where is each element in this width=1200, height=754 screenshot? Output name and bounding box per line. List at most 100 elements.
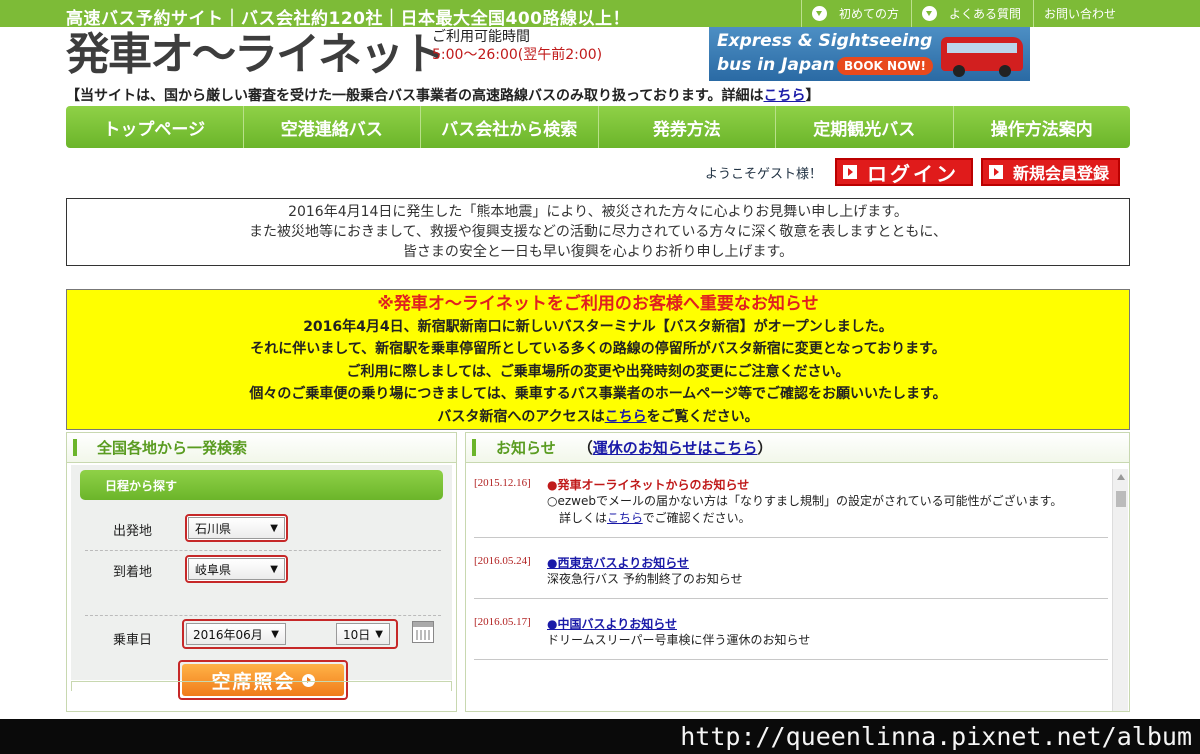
arrow-right-icon (989, 165, 1003, 179)
news-title-link[interactable]: ●中国バスよりお知らせ (547, 613, 1108, 632)
news-body: ドリームスリーパー号車検に伴う運休のお知らせ (547, 633, 811, 647)
news-date: [2016.05.17] (474, 616, 531, 628)
book-now-badge: BOOK NOW! (837, 57, 933, 75)
news-item: [2015.12.16] ●発車オーライネットからのお知らせ ○ezwebでメー… (474, 469, 1108, 538)
news-body: 詳しくはこちらでご確認ください。 (547, 510, 1108, 527)
welcome-text: ようこそゲスト様！ (705, 167, 823, 182)
nav-ticketing[interactable]: 発券方法 (599, 106, 776, 148)
arrival-value: 岐阜県 (195, 562, 232, 577)
search-panel-title: 全国各地から一発検索 (97, 439, 248, 457)
faq-label: よくある質問 (948, 7, 1021, 21)
nav-top-page[interactable]: トップページ (66, 106, 244, 148)
day-value: 10日 (343, 627, 371, 642)
news-scrollbar[interactable] (1112, 469, 1128, 711)
faq-link[interactable]: よくある質問 (910, 0, 1033, 27)
news-body: ○ezwebでメールの届かない方は「なりすまし規制」の設定がされている可能性がご… (547, 494, 1063, 508)
day-select[interactable]: 10日 ▼ (336, 623, 390, 645)
condolence-line: 2016年4月14日に発生した「熊本地震」により、被災された方々に心よりお見舞い… (288, 204, 908, 220)
nav-airport-bus[interactable]: 空港連絡バス (244, 106, 421, 148)
site-logo[interactable]: 発車オ～ライネット (66, 30, 446, 80)
news-body-suffix: でご確認ください。 (642, 511, 751, 525)
paren-close: ） (757, 439, 773, 457)
important-notice: ※発車オ～ライネットをご利用のお客様へ重要なお知らせ 2016年4月4日、新宿駅… (66, 289, 1130, 430)
departure-select[interactable]: 石川県 ▼ (185, 514, 288, 542)
login-button[interactable]: ログイン (835, 158, 973, 186)
arrival-label: 到着地 (113, 565, 153, 580)
important-line: それに伴いまして、新宿駅を乗車停留所としている多くの路線の停留所がバスタ新宿に変… (250, 341, 946, 357)
search-panel: 全国各地から一発検索 日程から探す 出発地 石川県 ▼ 到着地 岐阜県 ▼ 乗車日 … (66, 432, 457, 712)
news-date: [2015.12.16] (474, 477, 531, 489)
hours-label: ご利用可能時間 (432, 29, 530, 45)
bus-icon (941, 37, 1023, 77)
divider (85, 615, 441, 616)
news-panel-title: お知らせ (496, 439, 556, 457)
top-bar: 高速バス予約サイト｜バス会社約120社｜日本最大全国400路線以上！ 初めての方… (0, 0, 1200, 29)
paren-open: （ (577, 439, 593, 457)
seat-search-button[interactable]: 空席照会 (178, 660, 348, 700)
news-body: 深夜急行バス 予約制終了のお知らせ (547, 572, 743, 586)
first-time-link[interactable]: 初めての方 (800, 0, 911, 27)
main-nav: トップページ 空港連絡バス バス会社から検索 発券方法 定期観光バス 操作方法案… (66, 106, 1130, 148)
month-select[interactable]: 2016年06月 ▼ (186, 623, 286, 645)
news-item: [2016.05.24] ●西東京バスよりお知らせ 深夜急行バス 予約制終了のお… (474, 538, 1108, 599)
arrival-select[interactable]: 岐阜県 ▼ (185, 555, 288, 583)
sightseeing-banner[interactable]: Express & Sightseeing bus in Japan BOOK … (709, 27, 1030, 81)
nav-how-to-use[interactable]: 操作方法案内 (954, 106, 1131, 148)
dropdown-arrow-icon: ▼ (271, 628, 279, 640)
header-accent-bar (472, 439, 476, 456)
contact-label: お問い合わせ (1043, 7, 1116, 21)
search-by-date-heading: 日程から探す (80, 470, 443, 500)
news-details-link[interactable]: こちら (607, 511, 643, 525)
dropdown-arrow-icon: ▼ (270, 522, 278, 534)
header-accent-bar (73, 439, 77, 456)
dropdown-arrow-icon: ▼ (375, 628, 383, 640)
calendar-icon[interactable] (412, 621, 434, 643)
banner-line2: bus in Japan (717, 55, 835, 75)
news-title-link[interactable]: ●西東京バスよりお知らせ (547, 552, 1108, 571)
site-notice-end: 】 (805, 88, 820, 104)
news-body-prefix: 詳しくは (559, 511, 608, 525)
watermark-text: http://queenlinna.pixnet.net/album (680, 722, 1192, 751)
important-line: 2016年4月4日、新宿駅新南口に新しいバスターミナル【バスタ新宿】がオープンし… (303, 318, 893, 335)
suspension-notice: （運休のお知らせはこちら） (578, 437, 773, 458)
chevron-down-icon (921, 6, 937, 21)
suspension-notice-link[interactable]: 運休のお知らせはこちら (593, 439, 758, 457)
search-panel-header: 全国各地から一発検索 (67, 433, 456, 463)
date-selectors: 2016年06月 ▼ 10日 ▼ (182, 619, 398, 649)
first-time-label: 初めての方 (838, 7, 899, 21)
news-item: [2016.05.17] ●中国バスよりお知らせ ドリームスリーパー号車検に伴う… (474, 599, 1108, 660)
site-notice-text: 【当サイトは、国から厳しい審査を受けた一般乗合バス事業者の高速路線バスのみ取り扱… (66, 88, 764, 104)
top-links: 初めての方 よくある質問 お問い合わせ (800, 0, 1128, 27)
news-list: [2015.12.16] ●発車オーライネットからのお知らせ ○ezwebでメー… (474, 469, 1108, 660)
banner-line1: Express & Sightseeing (717, 31, 933, 51)
news-title: ●発車オーライネットからのお知らせ (547, 478, 750, 492)
scroll-up-icon[interactable] (1117, 474, 1125, 480)
arrow-right-icon (843, 165, 857, 179)
site-notice-link[interactable]: こちら (763, 88, 805, 104)
register-button[interactable]: 新規会員登録 (981, 158, 1120, 186)
important-access-line: バスタ新宿へのアクセスはこちらをご覧ください。 (67, 406, 1129, 429)
news-date: [2016.05.24] (474, 555, 531, 567)
chevron-down-icon (811, 6, 827, 21)
watermark-bar: http://queenlinna.pixnet.net/album (0, 719, 1200, 754)
nav-sightseeing-bus[interactable]: 定期観光バス (776, 106, 954, 148)
condolence-line: 皆さまの安全と一日も早い復興を心よりお祈り申し上げます。 (402, 244, 794, 260)
departure-label: 出発地 (113, 524, 153, 539)
access-link[interactable]: こちら (605, 409, 647, 425)
dropdown-arrow-icon: ▼ (270, 563, 278, 575)
nav-search-by-company[interactable]: バス会社から検索 (421, 106, 599, 148)
access-prefix: バスタ新宿へのアクセスは (437, 408, 605, 425)
condolence-line: また被災地等におきまして、救援や復興支援などの活動に尽力されている方々に深く敬意… (248, 224, 948, 240)
search-form: 日程から探す 出発地 石川県 ▼ 到着地 岐阜県 ▼ 乗車日 2016年06月 ▼ 1… (71, 465, 452, 700)
site-notice: 【当サイトは、国から厳しい審査を受けた一般乗合バス事業者の高速路線バスのみ取り扱… (66, 85, 819, 105)
access-suffix: をご覧ください。 (646, 408, 759, 425)
hours-value: 5:00～26:00(翌午前2:00) (432, 47, 603, 63)
departure-value: 石川県 (195, 521, 232, 536)
scroll-thumb[interactable] (1116, 491, 1126, 507)
important-line: ご利用に際しましては、ご乗車場所の変更や出発時刻の変更にご注意ください。 (346, 363, 850, 380)
contact-link[interactable]: お問い合わせ (1032, 0, 1128, 27)
register-label: 新規会員登録 (1013, 164, 1110, 183)
condolence-message: 2016年4月14日に発生した「熊本地震」により、被災された方々に心よりお見舞い… (66, 198, 1130, 266)
month-value: 2016年06月 (193, 627, 263, 642)
service-hours: ご利用可能時間 5:00～26:00(翌午前2:00) (432, 28, 602, 64)
